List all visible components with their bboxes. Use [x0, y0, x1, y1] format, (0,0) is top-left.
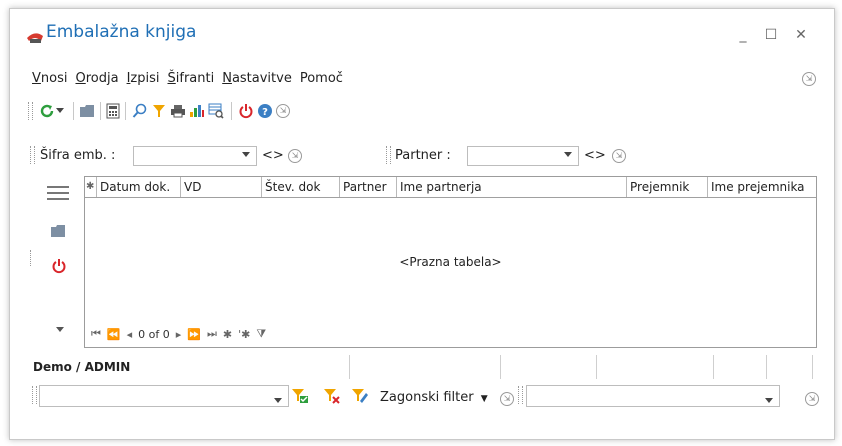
record-position: 0 of 0 — [138, 327, 170, 341]
menu-overflow-icon[interactable]: ⇲ — [802, 72, 816, 86]
folder-icon[interactable] — [78, 102, 96, 120]
partner-label: Partner : — [395, 148, 451, 163]
column-header[interactable]: VD — [181, 177, 262, 197]
toolbar-separator — [100, 102, 101, 120]
new-row-icon[interactable]: ✱ — [85, 177, 97, 197]
prev-page-icon[interactable]: ⏪ — [107, 328, 121, 341]
grid-search-icon[interactable] — [207, 102, 225, 120]
last-record-icon[interactable]: ⏭ — [207, 327, 217, 341]
help-icon[interactable]: ? — [256, 102, 274, 120]
menu-item-sifranti[interactable]: Šifranti — [167, 71, 214, 86]
toolbar-separator — [125, 102, 126, 120]
user-status: Demo / ADMIN — [33, 360, 131, 374]
status-divider — [500, 355, 501, 379]
column-header[interactable]: Datum dok. — [97, 177, 181, 197]
next-page-icon[interactable]: ⏩ — [187, 328, 201, 341]
first-record-icon[interactable]: ⏮ — [91, 327, 101, 341]
clear-filter-icon[interactable] — [323, 388, 341, 407]
chevron-down-icon — [564, 152, 572, 157]
print-icon[interactable] — [169, 102, 187, 120]
close-button[interactable]: ✕ — [792, 26, 810, 44]
filter-grip[interactable] — [30, 146, 35, 164]
column-header[interactable]: Partner — [340, 177, 397, 197]
edit-record-icon[interactable]: '✱ — [238, 328, 250, 341]
chart-icon[interactable] — [188, 102, 206, 120]
toolbar-separator — [231, 102, 232, 120]
refresh-icon[interactable] — [38, 102, 56, 120]
sifra-label: Šifra emb. : — [40, 148, 116, 163]
grid-navigator: ⏮ ⏪ ◂ 0 of 0 ▸ ⏩ ⏭ ✱ '✱ ⧩ — [91, 327, 266, 341]
window-title: Embalažna knjiga — [46, 22, 197, 42]
chevron-down-icon — [242, 152, 250, 157]
bottom-grip-2[interactable] — [518, 386, 523, 404]
app-logo-icon — [26, 28, 44, 44]
menu-item-nastavitve[interactable]: Nastavitve — [222, 71, 292, 86]
power-icon[interactable] — [237, 102, 255, 120]
side-chevron-down-icon[interactable] — [56, 322, 64, 336]
append-record-icon[interactable]: ✱ — [223, 328, 232, 341]
apply-filter-icon[interactable] — [291, 388, 309, 407]
sifra-nav-button[interactable]: <> — [262, 148, 284, 163]
status-divider — [713, 355, 714, 379]
chevron-down-icon: ▼ — [480, 394, 488, 404]
menu-bar: Vnosi Orodja Izpisi Šifranti Nastavitve … — [32, 71, 351, 86]
menu-item-izpisi[interactable]: Izpisi — [127, 71, 160, 86]
status-divider — [349, 355, 350, 379]
calculator-icon[interactable] — [104, 102, 122, 120]
column-header[interactable]: Prejemnik — [627, 177, 708, 197]
chevron-down-icon — [765, 393, 773, 407]
bottom-extra-icon[interactable]: ⇲ — [805, 392, 819, 406]
prev-record-icon[interactable]: ◂ — [127, 328, 133, 341]
bottom-right-combo[interactable] — [526, 385, 780, 407]
zagonski-extra-icon[interactable]: ⇲ — [500, 392, 514, 406]
partner-combo[interactable] — [467, 146, 579, 166]
partner-grip[interactable] — [386, 146, 391, 164]
hamburger-icon[interactable] — [47, 186, 69, 200]
partner-nav-button[interactable]: <> — [584, 148, 606, 163]
more-icon[interactable]: ⇲ — [276, 104, 290, 118]
status-divider — [812, 355, 813, 379]
edit-filter-icon[interactable] — [351, 388, 369, 407]
next-record-icon[interactable]: ▸ — [176, 328, 182, 341]
zagonski-filter-label: Zagonski filter — [380, 390, 474, 405]
column-header[interactable]: Štev. dok — [262, 177, 340, 197]
partner-extra-icon[interactable]: ⇲ — [612, 149, 626, 163]
nav-filter-icon[interactable]: ⧩ — [256, 327, 266, 341]
toolbar-grip[interactable] — [28, 102, 33, 120]
zagonski-filter-button[interactable]: Zagonski filter ▼ — [380, 390, 488, 405]
menu-item-orodja[interactable]: Orodja — [75, 71, 118, 86]
dropdown-arrow-icon[interactable] — [55, 102, 65, 120]
menu-item-vnosi[interactable]: Vnosi — [32, 71, 67, 86]
chevron-down-icon — [274, 393, 282, 407]
maximize-button[interactable]: ☐ — [762, 26, 780, 44]
toolbar-separator — [73, 102, 74, 120]
bottom-filter-combo[interactable] — [39, 385, 289, 407]
column-header[interactable]: Ime prejemnika — [708, 177, 814, 197]
svg-text:?: ? — [262, 107, 268, 118]
bottom-grip[interactable] — [32, 386, 37, 404]
side-folder-icon[interactable] — [50, 224, 66, 241]
sifra-combo[interactable] — [133, 146, 257, 166]
status-divider — [596, 355, 597, 379]
menu-item-pomoc[interactable]: Pomoč — [300, 71, 343, 86]
empty-table-text: <Prazna tabela> — [399, 255, 502, 269]
side-grip — [30, 250, 32, 266]
data-grid[interactable]: ✱ Datum dok. VD Štev. dok Partner Ime pa… — [84, 176, 817, 348]
filter-icon[interactable] — [150, 102, 168, 120]
search-icon[interactable] — [131, 102, 149, 120]
status-divider — [766, 355, 767, 379]
side-power-icon[interactable] — [51, 258, 67, 277]
column-header[interactable]: Ime partnerja — [397, 177, 627, 197]
grid-header: ✱ Datum dok. VD Štev. dok Partner Ime pa… — [85, 177, 816, 198]
sifra-extra-icon[interactable]: ⇲ — [288, 149, 302, 163]
minimize-button[interactable]: _ — [734, 26, 752, 44]
